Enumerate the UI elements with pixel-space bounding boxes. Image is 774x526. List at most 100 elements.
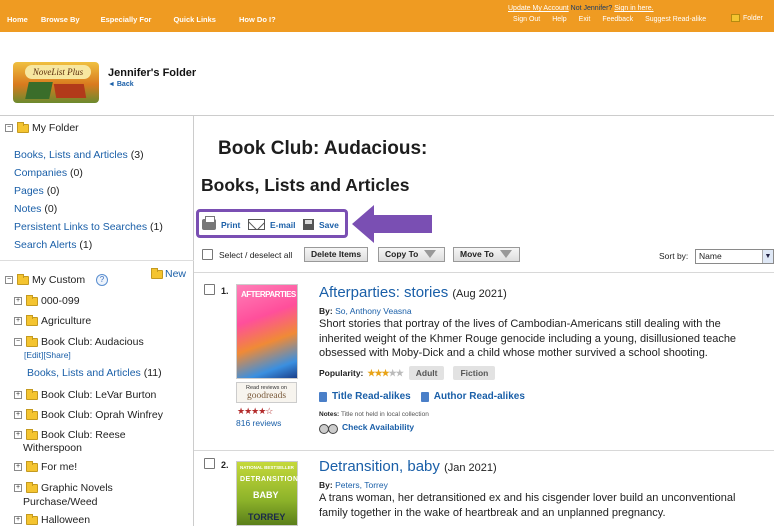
by-label: By: (319, 306, 333, 316)
result-author-line: By: Peters, Torrey (319, 480, 388, 490)
sign-out-link[interactable]: Sign Out (513, 16, 540, 23)
edit-link[interactable]: [Edit] (24, 350, 43, 360)
my-folder-row[interactable]: − My Folder (5, 121, 79, 134)
sidebar-link-label[interactable]: Notes (14, 203, 41, 215)
expand-icon[interactable]: + (14, 391, 22, 400)
divider (194, 272, 774, 273)
author-link[interactable]: Peters, Torrey (335, 480, 388, 490)
sort-select[interactable]: Name ▼ (695, 249, 774, 264)
expand-icon[interactable]: + (14, 431, 22, 440)
book-cover-image[interactable]: NATIONAL BESTSELLER DETRANSITION BABY TO… (236, 461, 298, 526)
title-readalikes-link[interactable]: Title Read-alikes (332, 391, 411, 402)
page-title: Jennifer's Folder (108, 67, 197, 79)
email-button[interactable]: E-mail (248, 219, 296, 230)
expand-icon[interactable]: + (14, 411, 22, 420)
collapse-icon[interactable]: − (14, 338, 22, 347)
nav-especially-for[interactable]: Especially For (101, 15, 152, 24)
nav-browse-by[interactable]: Browse By (41, 15, 80, 24)
back-link[interactable]: ◄ Back (108, 81, 134, 88)
sign-in-link[interactable]: Sign in here. (614, 5, 653, 12)
result-title-text[interactable]: Afterparties: stories (319, 284, 448, 301)
check-availability-link[interactable]: Check Availability (319, 422, 414, 434)
folder-edit-share: [Edit][Share] (24, 350, 71, 360)
folder-row[interactable]: + Book Club: Oprah Winfrey (14, 408, 163, 421)
exit-link[interactable]: Exit (579, 16, 591, 23)
cover-title-text: DETRANSITION (240, 476, 299, 483)
my-custom-row[interactable]: − My Custom ? (5, 273, 109, 287)
save-button[interactable]: Save (303, 219, 339, 230)
select-all-label: Select / deselect all (219, 250, 293, 260)
result-checkbox[interactable] (204, 284, 215, 295)
sidebar-item-companies[interactable]: Companies (0) (14, 167, 83, 179)
copy-to-button[interactable]: Copy To (378, 247, 445, 262)
folder-link[interactable]: Folder (731, 14, 763, 22)
sidebar: − My Folder Books, Lists and Articles (3)… (0, 116, 194, 526)
new-folder-button[interactable]: New (151, 267, 186, 280)
suggest-readalike-link[interactable]: Suggest Read-alike (645, 16, 706, 23)
sidebar-item-notes[interactable]: Notes (0) (14, 203, 57, 215)
novelist-plus-logo[interactable]: NoveList Plus (13, 62, 99, 103)
sidebar-item-books-lists[interactable]: Books, Lists and Articles (3) (14, 149, 144, 161)
binoculars-icon (319, 422, 339, 434)
select-all-checkbox[interactable] (202, 249, 213, 260)
sidebar-link-label[interactable]: Books, Lists and Articles (27, 367, 141, 379)
delete-items-button[interactable]: Delete Items (304, 247, 369, 262)
help-icon[interactable]: ? (96, 274, 109, 287)
expand-icon[interactable]: + (14, 516, 22, 525)
sidebar-link-label[interactable]: Persistent Links to Searches (14, 221, 147, 233)
share-link[interactable]: [Share] (43, 350, 70, 360)
folder-label: Book Club: Reese (41, 429, 126, 441)
sidebar-count: (0) (70, 167, 83, 179)
author-readalikes-link[interactable]: Author Read-alikes (434, 391, 525, 402)
author-link[interactable]: So, Anthony Veasna (335, 306, 412, 316)
sidebar-count: (1) (79, 239, 93, 251)
folder-row[interactable]: +000-099 (14, 294, 80, 307)
folder-row[interactable]: + Halloween (14, 513, 90, 526)
print-button[interactable]: Print (202, 216, 240, 230)
folder-row[interactable]: + Book Club: LeVar Burton (14, 388, 156, 401)
nav-home[interactable]: Home (7, 15, 28, 24)
collapse-icon[interactable]: − (5, 276, 13, 285)
expand-icon[interactable]: + (14, 317, 22, 326)
feedback-link[interactable]: Feedback (602, 16, 633, 23)
folder-row-audacious[interactable]: − Book Club: Audacious (14, 335, 144, 348)
result-title[interactable]: Afterparties: stories (Aug 2021) (319, 284, 507, 301)
result-title-text[interactable]: Detransition, baby (319, 458, 440, 475)
sidebar-link-label[interactable]: Search Alerts (14, 239, 76, 251)
divider (0, 260, 194, 261)
sidebar-item-persistent-links[interactable]: Persistent Links to Searches (1) (14, 221, 163, 233)
expand-icon[interactable]: + (14, 463, 22, 472)
update-account-link[interactable]: Update My Account (508, 5, 569, 12)
sidebar-link-label[interactable]: Pages (14, 185, 44, 197)
sidebar-count: (0) (44, 203, 58, 215)
result-author-line: By: So, Anthony Veasna (319, 306, 412, 316)
sidebar-item-audacious-books[interactable]: Books, Lists and Articles (11) (27, 367, 162, 379)
pointer-arrow-icon (352, 205, 432, 243)
reviews-link[interactable]: 816 reviews (236, 418, 281, 428)
logo-book-graphic (53, 84, 87, 98)
folder-row[interactable]: + Graphic Novels (14, 481, 113, 494)
folder-row[interactable]: + For me! (14, 460, 77, 473)
help-link[interactable]: Help (552, 16, 566, 23)
result-description: Short stories that portray of the lives … (319, 317, 736, 361)
result-checkbox[interactable] (204, 458, 215, 469)
result-title[interactable]: Detransition, baby (Jan 2021) (319, 458, 497, 475)
collapse-icon[interactable]: − (5, 124, 13, 133)
folder-icon (26, 314, 38, 326)
move-to-button[interactable]: Move To (453, 247, 520, 262)
folder-row[interactable]: + Book Club: Reese (14, 428, 126, 441)
sidebar-item-search-alerts[interactable]: Search Alerts (1) (14, 239, 92, 251)
sidebar-item-pages[interactable]: Pages (0) (14, 185, 60, 197)
readalikes-row: Title Read-alikes Author Read-alikes (319, 391, 525, 402)
expand-icon[interactable]: + (14, 484, 22, 493)
goodreads-badge[interactable]: Read reviews on goodreads (236, 382, 297, 403)
folder-row[interactable]: + Agriculture (14, 314, 91, 327)
nav-quick-links[interactable]: Quick Links (173, 15, 216, 24)
expand-icon[interactable]: + (14, 297, 22, 306)
nav-how-do-i[interactable]: How Do I? (239, 15, 276, 24)
sidebar-link-label[interactable]: Books, Lists and Articles (14, 149, 128, 161)
logo-book-graphic (25, 82, 53, 99)
book-cover-image[interactable]: AFTERPARTIES (236, 284, 298, 379)
folder-icon (26, 481, 38, 493)
sidebar-link-label[interactable]: Companies (14, 167, 67, 179)
